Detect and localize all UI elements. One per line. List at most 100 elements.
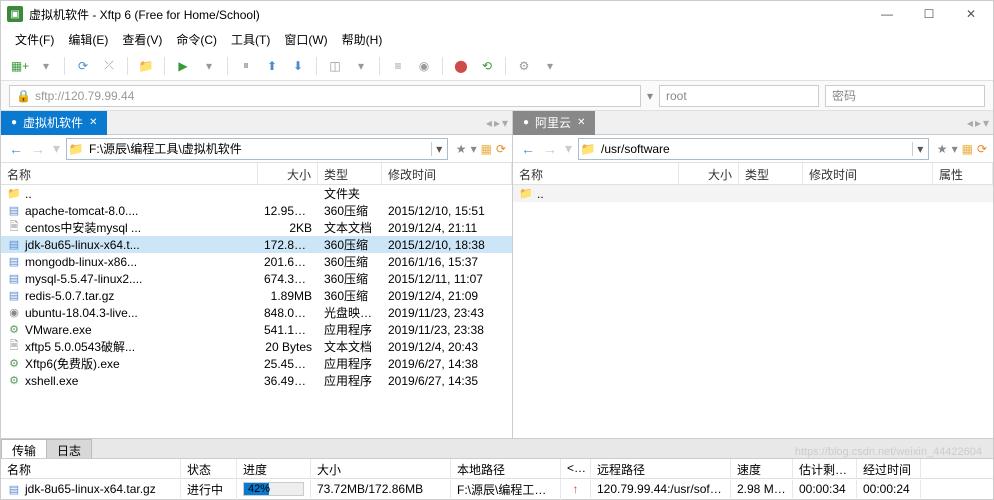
refresh-icon[interactable]: ⟳ — [977, 142, 987, 156]
close-tab-icon[interactable]: ✕ — [89, 117, 97, 128]
list-item[interactable]: ⚙xshell.exe36.49MB应用程序2019/6/27, 14:35 — [1, 372, 512, 389]
host-dropdown-icon[interactable]: ▾ — [647, 89, 653, 103]
menu-edit[interactable]: 编辑(E) — [62, 29, 114, 50]
host-input[interactable]: 🔒 sftp://120.79.99.44 — [9, 85, 641, 107]
menu-file[interactable]: 文件(F) — [9, 29, 60, 50]
hdr-size[interactable]: 大小 — [679, 163, 739, 184]
local-tab[interactable]: ● 虚拟机软件 ✕ — [1, 111, 107, 135]
layout-drop-icon[interactable]: ▾ — [350, 55, 372, 77]
list-item[interactable]: ▤mysql-5.5.47-linux2....674.36MB360压缩201… — [1, 270, 512, 287]
list-item[interactable]: 🗎xftp5 5.0.0543破解...20 Bytes文本文档2019/12/… — [1, 338, 512, 355]
th-rpath[interactable]: 远程路径 — [591, 459, 731, 478]
layout-icon[interactable]: ◫ — [324, 55, 346, 77]
tab-next-icon[interactable]: ▸ — [494, 116, 500, 130]
local-path-input[interactable]: 📁 F:\源辰\编程工具\虚拟机软件 ▾ — [66, 138, 448, 160]
th-elapsed[interactable]: 经过时间 — [857, 459, 921, 478]
remote-list[interactable]: 📁.. — [513, 185, 993, 438]
remote-path-input[interactable]: 📁 /usr/software ▾ — [578, 138, 929, 160]
local-nav: ← → ▾ 📁 F:\源辰\编程工具\虚拟机软件 ▾ ★ ▾ ▦ ⟳ — [1, 135, 512, 163]
list-item[interactable]: ▤redis-5.0.7.tar.gz1.89MB360压缩2019/12/4,… — [1, 287, 512, 304]
new-session-icon[interactable]: ▦+ — [9, 55, 31, 77]
stop-icon[interactable]: ⬤ — [450, 55, 472, 77]
th-size[interactable]: 大小 — [311, 459, 451, 478]
fwd-icon[interactable]: → — [29, 141, 47, 157]
play-icon[interactable]: ▶ — [172, 55, 194, 77]
list-item[interactable]: ▤apache-tomcat-8.0....12.95MB360压缩2015/1… — [1, 202, 512, 219]
close-tab-icon[interactable]: ✕ — [577, 117, 585, 128]
minimize-button[interactable]: — — [875, 5, 899, 23]
path-dropdown-icon[interactable]: ▾ — [912, 142, 928, 156]
th-prog[interactable]: 进度 — [237, 459, 311, 478]
newfolder-icon[interactable]: ▦ — [481, 142, 492, 156]
refresh-icon[interactable]: ⟳ — [496, 142, 506, 156]
back-icon[interactable]: ← — [519, 141, 537, 157]
tab-transfer[interactable]: 传输 — [1, 439, 47, 458]
hdr-size[interactable]: 大小 — [258, 163, 318, 184]
maximize-button[interactable]: ☐ — [917, 5, 941, 23]
hdr-type[interactable]: 类型 — [739, 163, 803, 184]
file-size: 20 Bytes — [258, 340, 318, 354]
tab-log[interactable]: 日志 — [46, 439, 92, 458]
tab-menu-icon[interactable]: ▾ — [983, 116, 989, 130]
password-input[interactable]: 密码 — [825, 85, 985, 107]
hdr-date[interactable]: 修改时间 — [382, 163, 512, 184]
hdr-date[interactable]: 修改时间 — [803, 163, 933, 184]
back-icon[interactable]: ← — [7, 141, 25, 157]
hdr-type[interactable]: 类型 — [318, 163, 382, 184]
up-icon[interactable]: ▾ — [563, 140, 574, 157]
disconnect-icon[interactable]: ⤫ — [98, 55, 120, 77]
dropdown-icon[interactable]: ▾ — [35, 55, 57, 77]
list-item[interactable]: ⚙VMware.exe541.16MB应用程序2019/11/23, 23:38 — [1, 321, 512, 338]
list-item[interactable]: ⚙Xftp6(免费版).exe25.45MB应用程序2019/6/27, 14:… — [1, 355, 512, 372]
th-speed[interactable]: 速度 — [731, 459, 793, 478]
user-input[interactable]: root — [659, 85, 819, 107]
upload-icon[interactable]: ⬆ — [261, 55, 283, 77]
th-name[interactable]: 名称 — [1, 459, 181, 478]
close-button[interactable]: ✕ — [959, 5, 983, 23]
bookmark-icon[interactable]: ★ — [937, 142, 948, 156]
local-list[interactable]: 📁..文件夹▤apache-tomcat-8.0....12.95MB360压缩… — [1, 185, 512, 438]
hdr-attr[interactable]: 属性 — [933, 163, 993, 184]
newfolder-icon[interactable]: ▦ — [962, 142, 973, 156]
pause-icon[interactable]: ⏸ — [235, 55, 257, 77]
tab-prev-icon[interactable]: ◂ — [486, 116, 492, 130]
menu-tool[interactable]: 工具(T) — [225, 29, 276, 50]
list-item[interactable]: 🗎centos中安装mysql ...2KB文本文档2019/12/4, 21:… — [1, 219, 512, 236]
menu-cmd[interactable]: 命令(C) — [170, 29, 223, 50]
fwd-icon[interactable]: → — [541, 141, 559, 157]
th-lpath[interactable]: 本地路径 — [451, 459, 561, 478]
settings-icon[interactable]: ⚙ — [513, 55, 535, 77]
bookmark-drop-icon[interactable]: ▾ — [952, 142, 958, 156]
bookmark-icon[interactable]: ★ — [456, 142, 467, 156]
hdr-name[interactable]: 名称 — [1, 163, 258, 184]
hdr-name[interactable]: 名称 — [513, 163, 679, 184]
tab-menu-icon[interactable]: ▾ — [502, 116, 508, 130]
remote-tab[interactable]: ● 阿里云 ✕ — [513, 111, 595, 135]
th-eta[interactable]: 估计剩余... — [793, 459, 857, 478]
list-item-up[interactable]: 📁.. — [513, 185, 993, 202]
transfer-row[interactable]: ▤jdk-8u65-linux-x64.tar.gz 进行中 42% 73.72… — [1, 479, 993, 499]
play-drop-icon[interactable]: ▾ — [198, 55, 220, 77]
list-item[interactable]: ▤jdk-8u65-linux-x64.t...172.86MB360压缩201… — [1, 236, 512, 253]
path-dropdown-icon[interactable]: ▾ — [431, 142, 447, 156]
list-item-up[interactable]: 📁..文件夹 — [1, 185, 512, 202]
queue-icon[interactable]: ≡ — [387, 55, 409, 77]
up-icon[interactable]: ▾ — [51, 140, 62, 157]
settings-drop-icon[interactable]: ▾ — [539, 55, 561, 77]
list-item[interactable]: ▤mongodb-linux-x86...201.64MB360压缩2016/1… — [1, 253, 512, 270]
bookmark-drop-icon[interactable]: ▾ — [471, 142, 477, 156]
open-icon[interactable]: 📁 — [135, 55, 157, 77]
th-dir[interactable]: <-> — [561, 459, 591, 478]
tab-next-icon[interactable]: ▸ — [975, 116, 981, 130]
menu-help[interactable]: 帮助(H) — [336, 29, 389, 50]
reconnect-icon[interactable]: ⟳ — [72, 55, 94, 77]
list-item[interactable]: ◉ubuntu-18.04.3-live...848.00MB光盘映像...20… — [1, 304, 512, 321]
menu-view[interactable]: 查看(V) — [116, 29, 168, 50]
th-status[interactable]: 状态 — [181, 459, 237, 478]
menu-window[interactable]: 窗口(W) — [278, 29, 333, 50]
file-size: 12.95MB — [258, 204, 318, 218]
download-icon[interactable]: ⬇ — [287, 55, 309, 77]
log-icon[interactable]: ◉ — [413, 55, 435, 77]
sync-icon[interactable]: ⟲ — [476, 55, 498, 77]
tab-prev-icon[interactable]: ◂ — [967, 116, 973, 130]
